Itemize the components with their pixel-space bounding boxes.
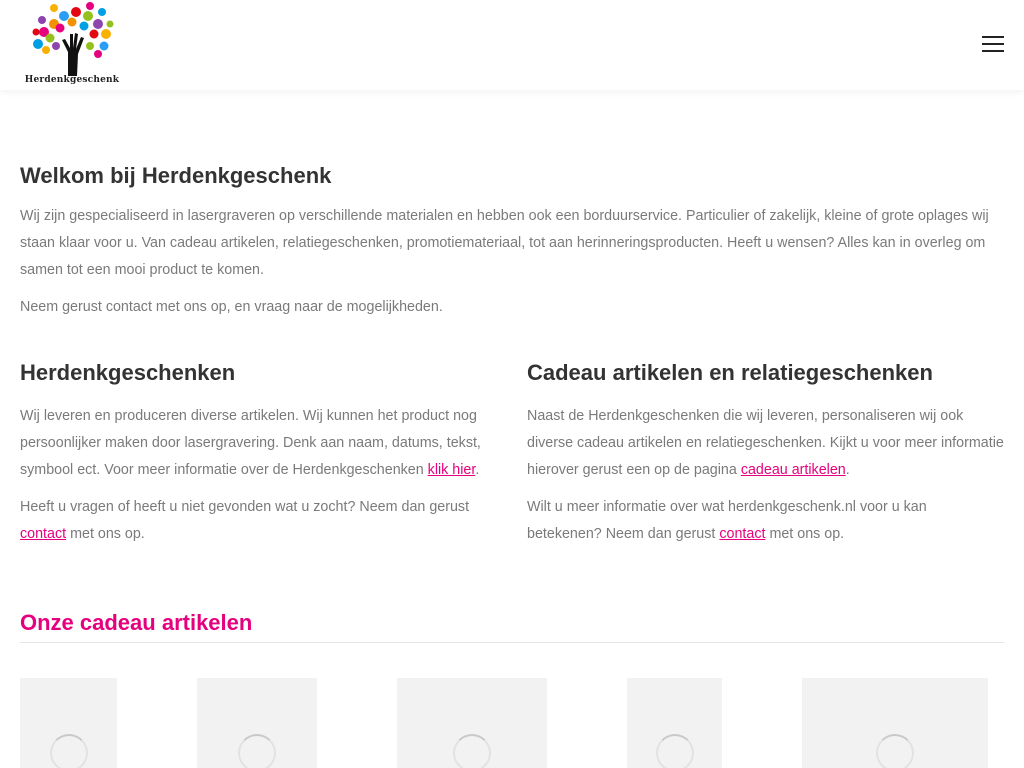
paragraph-text: met ons op.	[66, 526, 145, 542]
loading-spinner-icon	[876, 734, 914, 768]
loading-spinner-icon	[49, 734, 88, 768]
loading-spinner-icon	[453, 734, 491, 768]
welcome-title: Welkom bij Herdenkgeschenk	[20, 163, 332, 188]
welcome-contact-paragraph: Neem gerust contact met ons op, en vraag…	[20, 299, 443, 315]
paragraph-text: Wij leveren en produceren diverse artike…	[20, 408, 481, 478]
hamburger-bar	[982, 43, 1004, 45]
herdenkgeschenken-section: Herdenkgeschenken Wij leveren en produce…	[20, 360, 500, 558]
logo-text: Herdenkgeschenk	[24, 75, 120, 85]
questions-paragraph: Heeft u vragen of heeft u niet gevonden …	[20, 494, 500, 548]
cadeau-artikelen-section: Cadeau artikelen en relatiegeschenken Na…	[527, 360, 1004, 558]
product-thumbnail[interactable]	[627, 678, 722, 768]
cadeau-artikelen-paragraph: Naast de Herdenkgeschenken die wij lever…	[527, 403, 1004, 484]
product-thumbnail[interactable]	[20, 678, 117, 768]
loading-spinner-icon	[655, 734, 694, 768]
hamburger-bar	[982, 50, 1004, 52]
paragraph-text: met ons op.	[765, 526, 845, 542]
product-thumbnail[interactable]	[397, 678, 547, 768]
site-logo[interactable]: Herdenkgeschenk	[24, 2, 120, 88]
hamburger-menu-icon[interactable]	[982, 36, 1004, 54]
product-thumbnail[interactable]	[197, 678, 317, 768]
welcome-paragraph: Wij zijn gespecialiseerd in lasergravere…	[20, 208, 989, 278]
loading-spinner-icon	[238, 734, 276, 768]
contact-link[interactable]: contact	[20, 526, 66, 542]
site-header: Herdenkgeschenk	[0, 0, 1024, 90]
herdenkgeschenken-paragraph: Wij leveren en produceren diverse artike…	[20, 403, 500, 484]
contact-link[interactable]: contact	[719, 526, 765, 542]
cadeau-artikelen-title: Cadeau artikelen en relatiegeschenken	[527, 360, 933, 385]
product-thumbnail[interactable]	[802, 678, 988, 768]
paragraph-text: Heeft u vragen of heeft u niet gevonden …	[20, 499, 470, 515]
klik-hier-link[interactable]: klik hier	[428, 462, 476, 478]
tree-of-hearts-icon	[32, 2, 114, 76]
paragraph-text: .	[845, 462, 850, 478]
more-info-paragraph: Wilt u meer informatie over wat herdenkg…	[527, 494, 1004, 548]
paragraph-text: .	[475, 462, 480, 478]
section-divider	[20, 642, 1004, 643]
products-title: Onze cadeau artikelen	[20, 610, 253, 635]
herdenkgeschenken-title: Herdenkgeschenken	[20, 360, 236, 385]
hamburger-bar	[982, 36, 1004, 38]
cadeau-artikelen-link[interactable]: cadeau artikelen	[741, 462, 846, 478]
